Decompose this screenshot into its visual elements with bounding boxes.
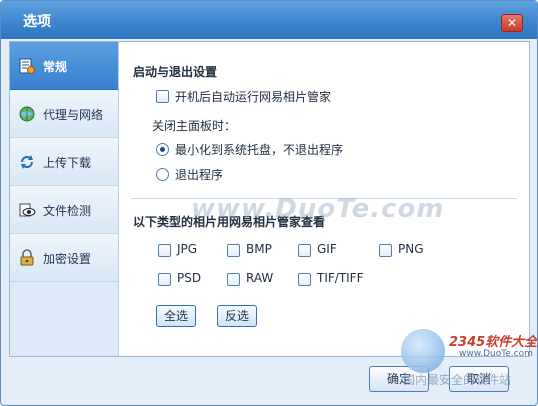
tif-checkbox[interactable] [298,273,311,286]
sidebar-item-encryption[interactable]: 加密设置 [10,234,118,282]
minimize-to-tray-label: 最小化到系统托盘，不退出程序 [175,143,344,157]
logo-brand: 2345软件大全 [449,335,538,350]
sidebar-item-upload-download[interactable]: 上传下载 [10,138,118,186]
raw-checkbox[interactable] [227,273,240,286]
bmp-label: BMP [246,242,272,256]
sidebar-item-label: 上传下载 [43,156,92,170]
globe-icon [19,106,35,122]
sidebar-item-label: 文件检测 [43,204,92,218]
sidebar-item-label: 代理与网络 [43,108,104,122]
jpg-label: JPG [177,242,198,256]
lock-icon [20,249,34,266]
tif-label: TIF/TIFF [317,271,364,285]
window-title: 选项 [23,14,51,30]
corner-logo: 2345软件大全 www.DuoTe.com 国内最安全的软件站 [397,323,538,393]
exit-program-radio[interactable] [156,168,169,181]
jpg-checkbox[interactable] [158,244,171,257]
close-button[interactable]: ✕ [501,14,523,32]
minimize-to-tray-radio[interactable] [156,143,169,156]
autostart-label: 开机后自动运行网易相片管家 [175,90,332,104]
exit-program-label: 退出程序 [175,168,224,182]
sidebar-item-general[interactable]: 常规 [10,42,118,90]
gif-label: GIF [317,242,337,256]
bmp-checkbox[interactable] [227,244,240,257]
psd-checkbox[interactable] [158,273,171,286]
sidebar-item-label: 加密设置 [43,252,92,266]
sync-icon [21,155,33,169]
watermark-text: www.DuoTe.com [191,194,445,224]
sidebar-item-label: 常规 [43,60,68,74]
png-label: PNG [398,242,424,256]
title-bar[interactable]: 选项 ✕ [1,1,537,39]
sidebar-item-file-detection[interactable]: 文件检测 [10,186,118,234]
logo-url: www.DuoTe.com [459,349,533,359]
sidebar-item-proxy-network[interactable]: 代理与网络 [10,90,118,138]
select-all-button[interactable]: 全选 [156,305,196,327]
startup-section-title: 启动与退出设置 [133,65,218,79]
logo-tagline: 国内最安全的软件站 [403,373,512,387]
options-dialog: 选项 ✕ 常规 代理与网络 上传下载 文件检测 加密设置 启动与退出设置 开机后… [0,0,538,406]
psd-label: PSD [177,271,202,285]
sidebar: 常规 代理与网络 上传下载 文件检测 加密设置 [10,42,119,356]
raw-label: RAW [246,271,274,285]
close-panel-label: 关闭主面板时： [152,119,237,133]
gif-checkbox[interactable] [298,244,311,257]
png-checkbox[interactable] [379,244,392,257]
settings-icon [19,58,35,74]
mascot-icon [401,329,445,373]
autostart-checkbox[interactable] [156,90,169,103]
eye-icon [19,203,36,217]
invert-selection-button[interactable]: 反选 [217,305,257,327]
